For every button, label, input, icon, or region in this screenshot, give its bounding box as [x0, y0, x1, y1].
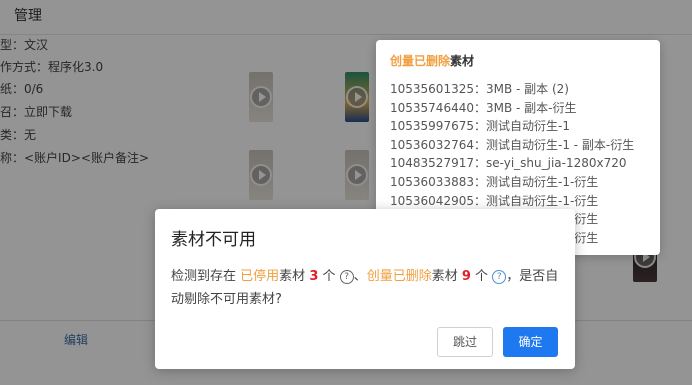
popover-title: 创量已删除素材 [390, 54, 475, 68]
deleted-count: 9 [461, 269, 471, 284]
confirm-button[interactable]: 确定 [503, 327, 558, 357]
skip-button[interactable]: 跳过 [437, 327, 493, 357]
help-icon[interactable]: ? [339, 270, 354, 284]
deleted-label: 创量已删除 [366, 269, 432, 284]
dialog-title: 素材不可用 [171, 230, 256, 250]
list-item: 10536032764：测试自动衍生-1 - 副本-衍生 [390, 137, 635, 152]
dialog-message: 检测到存在 已停用素材 3 个 ? 、创量已删除素材 9 个 ? ，是否自动剔除不可… [171, 269, 559, 307]
disabled-count: 3 [309, 269, 319, 284]
help-icon[interactable]: ? [492, 270, 507, 284]
list-item: 10483527917：se-yi_shu_jia-1280x720 [390, 156, 627, 171]
list-item: 10535601325：3MB - 副本 (2) [390, 82, 569, 96]
list-item: 10536033883：测试自动衍生-1-衍生 [390, 174, 599, 189]
list-item: 10535997675：测试自动衍生-1 [390, 119, 570, 134]
material-unavailable-dialog: 素材不可用 检测到存在 已停用素材 3 个 ? 、创量已删除素材 9 个 ? ，是否… [155, 209, 575, 369]
list-item: 10536042905：测试自动衍生-1-衍生 [390, 193, 599, 208]
list-item: 10535746440：3MB - 副本-衍生 [390, 100, 577, 115]
disabled-label: 已停用 [240, 269, 280, 284]
